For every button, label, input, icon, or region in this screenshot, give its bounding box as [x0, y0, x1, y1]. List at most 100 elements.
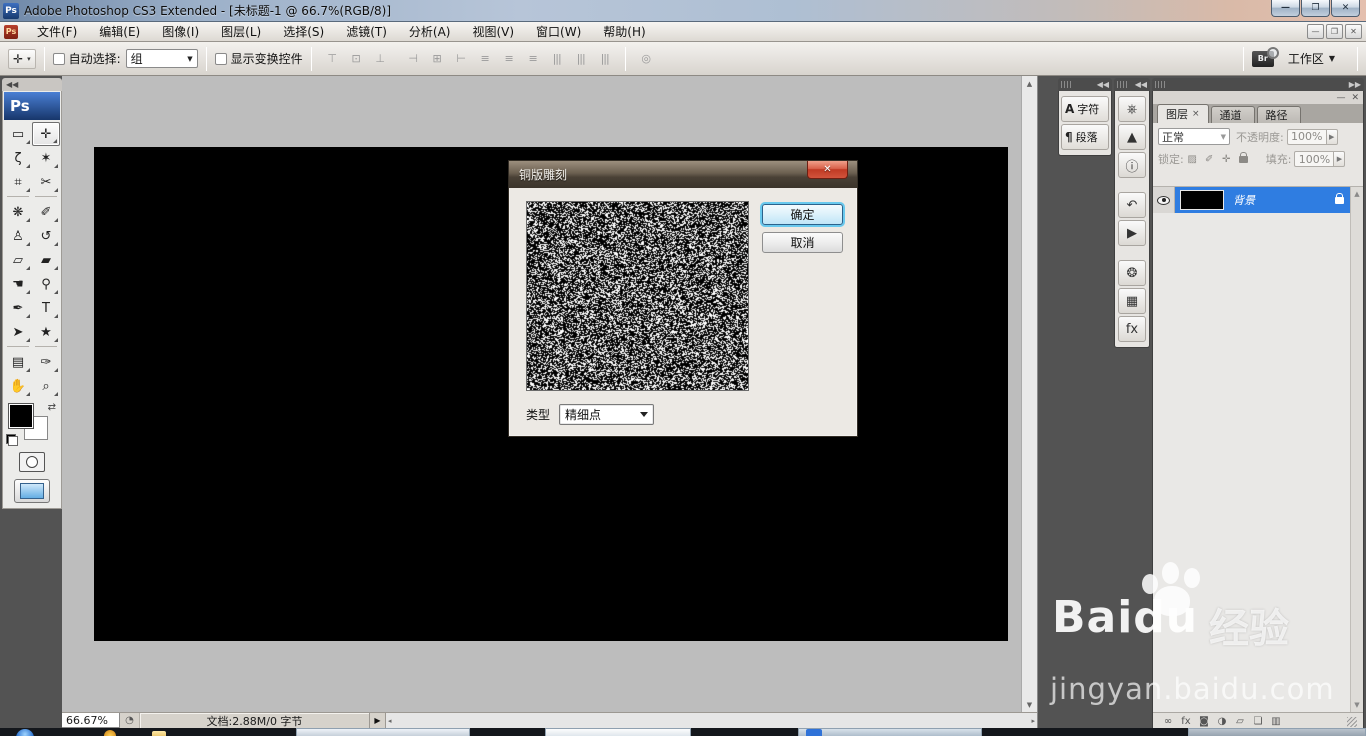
layer-list-scrollbar[interactable]: ▲ ▼: [1350, 187, 1363, 712]
paragraph-panel-button[interactable]: ¶ 段落: [1061, 124, 1109, 150]
align-right-edges-icon[interactable]: ⊢: [450, 49, 472, 69]
brush-tool[interactable]: ✐: [32, 200, 60, 224]
taskbar-icon[interactable]: [152, 731, 166, 736]
show-transform-checkbox[interactable]: [215, 53, 227, 65]
align-horizontal-centers-icon[interactable]: ⊞: [426, 49, 448, 69]
filter-preview[interactable]: [526, 201, 749, 391]
spot-healing-brush-tool[interactable]: ❋: [4, 200, 32, 224]
restore-button[interactable]: ❐: [1301, 0, 1330, 17]
scroll-up-icon[interactable]: ▲: [1351, 190, 1363, 198]
delete-layer-icon[interactable]: ▥: [1267, 716, 1285, 727]
distribute-right-edges-icon[interactable]: |||: [594, 49, 616, 69]
dock-header[interactable]: ▶▶: [1152, 78, 1364, 91]
status-menu-arrow[interactable]: ▶: [370, 713, 386, 728]
close-button[interactable]: ✕: [1331, 0, 1360, 17]
lasso-tool[interactable]: ζ: [4, 146, 32, 170]
blend-mode-dropdown[interactable]: 正常 ▼: [1158, 128, 1230, 145]
gradient-tool[interactable]: ▰: [32, 248, 60, 272]
tab-paths[interactable]: 路径: [1257, 106, 1301, 123]
align-vertical-centers-icon[interactable]: ⊡: [345, 49, 367, 69]
system-tray[interactable]: [1188, 728, 1366, 736]
ok-button[interactable]: 确定: [762, 204, 843, 225]
menu-window[interactable]: 窗口(W): [525, 22, 592, 41]
panel-minimize-icon[interactable]: —: [1336, 93, 1345, 103]
fill-value[interactable]: 100%: [1294, 151, 1334, 167]
dock-header[interactable]: ◀◀: [1114, 78, 1150, 91]
crop-tool[interactable]: ⌗: [4, 170, 32, 194]
auto-align-layers-button[interactable]: ◎: [635, 49, 657, 69]
lock-transparent-pixels-icon[interactable]: ▨: [1185, 152, 1200, 166]
magic-wand-tool[interactable]: ✶: [32, 146, 60, 170]
layer-thumbnail[interactable]: [1180, 190, 1224, 210]
minimize-button[interactable]: —: [1271, 0, 1300, 17]
doc-minimize-button[interactable]: —: [1307, 24, 1324, 39]
move-tool[interactable]: ✛: [32, 122, 60, 146]
eyedropper-tool[interactable]: ✑: [32, 350, 60, 374]
taskbar-button[interactable]: [296, 728, 470, 736]
menu-select[interactable]: 选择(S): [272, 22, 335, 41]
scroll-down-icon[interactable]: ▼: [1022, 697, 1037, 712]
tab-channels[interactable]: 通道: [1211, 106, 1255, 123]
pen-tool[interactable]: ✒: [4, 296, 32, 320]
slice-tool[interactable]: ✂: [32, 170, 60, 194]
rectangular-marquee-tool[interactable]: ▭: [4, 122, 32, 146]
add-layer-mask-icon[interactable]: ◙: [1195, 716, 1213, 727]
custom-shape-tool[interactable]: ★: [32, 320, 60, 344]
cancel-button[interactable]: 取消: [762, 232, 843, 253]
menu-view[interactable]: 视图(V): [461, 22, 525, 41]
lock-all-icon[interactable]: [1236, 152, 1251, 166]
go-to-bridge-button[interactable]: Br: [1252, 51, 1274, 67]
doc-close-button[interactable]: ✕: [1345, 24, 1362, 39]
menu-file[interactable]: 文件(F): [26, 22, 88, 41]
notes-tool[interactable]: ▤: [4, 350, 32, 374]
menu-help[interactable]: 帮助(H): [592, 22, 656, 41]
align-left-edges-icon[interactable]: ⊣: [402, 49, 424, 69]
align-top-edges-icon[interactable]: ⊤: [321, 49, 343, 69]
scroll-right-icon[interactable]: ▸: [1031, 713, 1035, 728]
dialog-title-bar[interactable]: 铜版雕刻 ✕: [509, 161, 857, 188]
taskbar-button[interactable]: [798, 728, 982, 736]
panel-close-icon[interactable]: ✕: [1351, 93, 1359, 103]
eraser-tool[interactable]: ▱: [4, 248, 32, 272]
dodge-tool[interactable]: ⚲: [32, 272, 60, 296]
align-bottom-edges-icon[interactable]: ⊥: [369, 49, 391, 69]
swatches-panel-icon[interactable]: ▦: [1118, 288, 1146, 314]
adjustment-layer-icon[interactable]: ◑: [1213, 716, 1231, 727]
default-colors-icon[interactable]: [6, 434, 18, 446]
dock-header[interactable]: ◀◀: [1058, 78, 1112, 91]
zoom-tool[interactable]: ⌕: [32, 374, 60, 398]
tab-layers[interactable]: 图层 ×: [1157, 104, 1209, 123]
type-dropdown[interactable]: 精细点: [559, 404, 654, 425]
current-tool-button[interactable]: ✛ ▾: [8, 49, 36, 69]
histogram-panel-icon[interactable]: ▲: [1118, 124, 1146, 150]
start-button[interactable]: [16, 729, 34, 736]
horizontal-scrollbar[interactable]: ◂ ▸: [386, 713, 1037, 728]
hand-tool[interactable]: ✋: [4, 374, 32, 398]
smudge-tool[interactable]: ☚: [4, 272, 32, 296]
character-panel-button[interactable]: A 字符: [1061, 96, 1109, 122]
menu-edit[interactable]: 编辑(E): [88, 22, 151, 41]
lock-position-icon[interactable]: ✛: [1219, 152, 1234, 166]
link-layers-icon[interactable]: ∞: [1159, 716, 1177, 727]
dialog-close-button[interactable]: ✕: [807, 161, 848, 179]
navigator-panel-icon[interactable]: ⎈: [1118, 96, 1146, 122]
path-selection-tool[interactable]: ➤: [4, 320, 32, 344]
zoom-level-input[interactable]: 66.67%: [62, 713, 120, 728]
new-group-icon[interactable]: ▱: [1231, 716, 1249, 727]
scroll-left-icon[interactable]: ◂: [388, 713, 392, 728]
vertical-scrollbar[interactable]: ▲ ▼: [1021, 76, 1037, 712]
type-tool[interactable]: T: [32, 296, 60, 320]
clone-stamp-tool[interactable]: ♙: [4, 224, 32, 248]
scroll-up-icon[interactable]: ▲: [1022, 76, 1037, 91]
history-panel-icon[interactable]: ↶: [1118, 192, 1146, 218]
opacity-arrow-icon[interactable]: ▶: [1327, 129, 1338, 145]
toolbox-collapse-bar[interactable]: ◀◀: [2, 78, 62, 91]
distribute-top-edges-icon[interactable]: ≡: [474, 49, 496, 69]
distribute-left-edges-icon[interactable]: |||: [546, 49, 568, 69]
doc-restore-button[interactable]: ❐: [1326, 24, 1343, 39]
resize-grip-icon[interactable]: [1347, 717, 1357, 727]
distribute-horizontal-centers-icon[interactable]: |||: [570, 49, 592, 69]
actions-panel-icon[interactable]: ▶: [1118, 220, 1146, 246]
swap-colors-icon[interactable]: ⇄: [48, 402, 56, 413]
lock-image-pixels-icon[interactable]: ✐: [1202, 152, 1217, 166]
